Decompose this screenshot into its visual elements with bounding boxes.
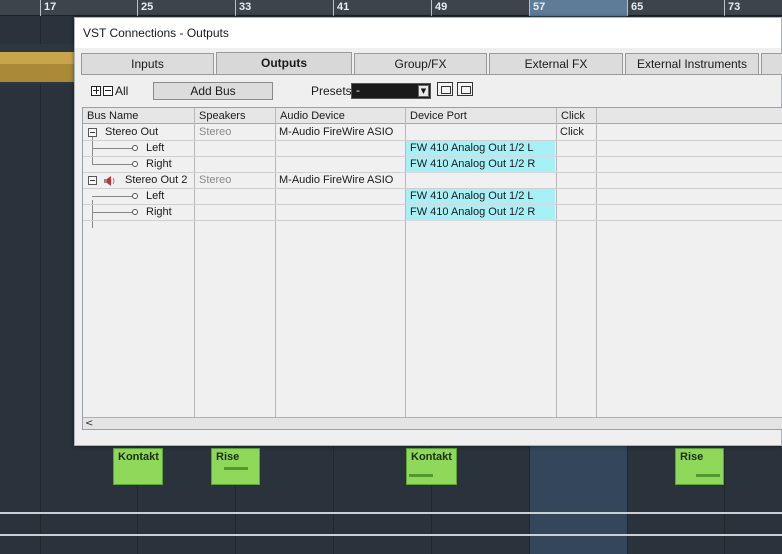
grid-line [40,16,41,554]
presets-dropdown[interactable]: - ▼ [351,83,431,99]
timeline-ruler[interactable]: 17 25 33 41 49 57 65 73 [0,0,782,16]
tree-line [92,212,132,213]
table-row[interactable]: Left FW 410 Analog Out 1/2 L [83,141,782,157]
speakers[interactable]: Stereo [199,173,231,188]
ruler-mark: 33 [239,1,252,13]
device-port[interactable]: FW 410 Analog Out 1/2 L [406,141,555,157]
add-bus-button[interactable]: Add Bus [153,82,273,100]
device-port[interactable]: FW 410 Analog Out 1/2 L [406,189,555,205]
presets-value: - [356,84,360,97]
tree-line [92,148,132,149]
ruler-mark: 49 [435,1,448,13]
audio-part[interactable] [0,52,76,64]
device-port[interactable]: FW 410 Analog Out 1/2 R [406,157,555,173]
channel-connector-icon [132,209,138,215]
ruler-tick [235,0,236,16]
channel-connector-icon [132,161,138,167]
channel-name[interactable]: Right [146,157,172,172]
column-header-device-port[interactable]: Device Port [406,108,467,124]
part-note [224,467,248,470]
expand-all-icon[interactable] [91,86,101,96]
tab-divider [81,74,782,75]
tree-line [92,164,132,165]
tab-bar: Inputs Outputs Group/FX External FX Exte… [81,52,782,75]
track-divider [0,512,782,514]
tab-inputs[interactable]: Inputs [81,53,214,75]
window-title: VST Connections - Outputs [83,26,229,40]
collapse-icon[interactable] [88,176,97,185]
part-label: Rise [680,451,704,463]
tab-external-fx[interactable]: External FX [489,53,623,75]
vst-connections-window[interactable]: VST Connections - Outputs Inputs Outputs… [74,17,782,446]
store-preset-icon[interactable] [437,82,453,96]
ruler-mark: 73 [728,1,741,13]
table-header: Bus Name Speakers Audio Device Device Po… [83,108,782,124]
column-header-bus-name[interactable]: Bus Name [83,108,138,124]
audio-device[interactable]: M-Audio FireWire ASIO [279,173,393,188]
channel-connector-icon [132,145,138,151]
presets-label: Presets [311,84,352,98]
channel-name[interactable]: Right [146,205,172,220]
tab-overflow[interactable] [761,53,782,75]
part-note [409,474,433,477]
part-label: Kontakt [411,451,452,463]
ruler-mark: 57 [533,1,546,13]
speakers[interactable]: Stereo [199,125,231,140]
ruler-tick [529,0,530,16]
collapse-all-icon[interactable] [103,86,113,96]
horizontal-scrollbar[interactable]: < [83,417,782,429]
part-label: Kontakt [118,451,159,463]
audio-device[interactable]: M-Audio FireWire ASIO [279,125,393,140]
ruler-tick [724,0,725,16]
midi-part-kontakt[interactable]: Kontakt [113,448,163,485]
ruler-tick [333,0,334,16]
column-header-audio-device[interactable]: Audio Device [276,108,345,124]
tab-outputs[interactable]: Outputs [216,52,352,75]
remove-preset-icon[interactable] [457,82,473,96]
midi-part-kontakt[interactable]: Kontakt [406,448,457,485]
bus-name[interactable]: Stereo Out [105,125,158,140]
ruler-tick [137,0,138,16]
collapse-icon[interactable] [88,128,97,137]
tab-external-instruments[interactable]: External Instruments [625,53,759,75]
ruler-tick [431,0,432,16]
device-port[interactable]: FW 410 Analog Out 1/2 R [406,205,555,221]
window-titlebar[interactable]: VST Connections - Outputs [75,18,781,48]
midi-part-rise[interactable]: Rise [675,448,724,485]
click-output[interactable]: Click [560,125,584,140]
connections-toolbar: All Add Bus Presets - ▼ [81,80,782,104]
column-header-speakers[interactable]: Speakers [195,108,245,124]
midi-part-rise[interactable]: Rise [211,448,260,485]
audio-part[interactable] [0,64,76,82]
table-row[interactable]: Right FW 410 Analog Out 1/2 R [83,205,782,221]
scroll-left-icon[interactable]: < [85,418,93,429]
ruler-tick [40,0,41,16]
table-row[interactable]: Stereo Out Stereo M-Audio FireWire ASIO … [83,125,782,141]
channel-connector-icon [132,193,138,199]
bus-table: Bus Name Speakers Audio Device Device Po… [82,107,782,430]
track-divider [0,534,782,536]
channel-name[interactable]: Left [146,141,164,156]
channel-name[interactable]: Left [146,189,164,204]
ruler-mark: 17 [44,1,57,13]
all-label: All [115,84,129,98]
bus-name[interactable]: Stereo Out 2 [125,173,187,188]
table-row[interactable]: Right FW 410 Analog Out 1/2 R [83,157,782,173]
ruler-tick [627,0,628,16]
table-row[interactable]: Stereo Out 2 Stereo M-Audio FireWire ASI… [83,173,782,189]
tree-line [92,196,132,197]
ruler-mark: 25 [141,1,154,13]
part-label: Rise [216,451,240,463]
table-row[interactable]: Left FW 410 Analog Out 1/2 L [83,189,782,205]
tab-group-fx[interactable]: Group/FX [354,53,487,75]
part-note [696,474,720,477]
speaker-icon [104,176,115,186]
ruler-mark: 65 [631,1,644,13]
chevron-down-icon[interactable]: ▼ [418,85,429,97]
column-header-click[interactable]: Click [557,108,585,124]
ruler-mark: 41 [337,1,350,13]
